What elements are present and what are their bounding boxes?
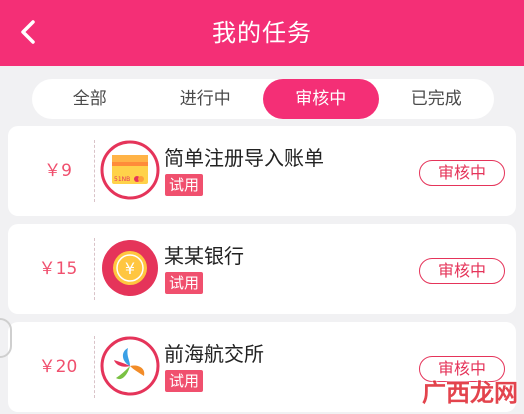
watermark: 广西龙网 (422, 379, 518, 407)
page-title: 我的任务 (212, 19, 312, 47)
task-reward: ￥20 (38, 357, 78, 377)
header-bar: 我的任务 (0, 0, 524, 66)
tab-completed[interactable]: 已完成 (379, 79, 495, 119)
tab-under-review[interactable]: 审核中 (263, 79, 379, 119)
task-name: 简单注册导入账单 (164, 146, 324, 170)
tab-all[interactable]: 全部 (32, 79, 148, 119)
task-reward: ￥9 (44, 161, 72, 181)
status-button[interactable]: 审核中 (419, 160, 505, 186)
logo-text: 51NB (114, 176, 130, 183)
card-app-icon: 51NB (100, 140, 160, 200)
task-reward: ￥15 (38, 259, 78, 279)
task-name: 前海航交所 (164, 342, 264, 366)
task-card[interactable]: ￥9 51NB 简单注册导入账单 试用 审核中 (8, 126, 516, 216)
status-button[interactable]: 审核中 (419, 258, 505, 284)
floating-handle[interactable] (0, 318, 12, 358)
pinwheel-logo-icon (100, 336, 160, 396)
dashed-divider (94, 238, 95, 300)
task-card[interactable]: ￥15 ¥ 某某银行 试用 审核中 (8, 224, 516, 314)
yen-coin-icon: ¥ (102, 240, 158, 296)
dashed-divider (94, 336, 95, 398)
trial-tag: 试用 (165, 272, 204, 294)
trial-tag: 试用 (165, 174, 204, 196)
task-name: 某某银行 (164, 244, 244, 268)
dashed-divider (94, 140, 95, 202)
svg-text:¥: ¥ (125, 259, 135, 278)
tab-in-progress[interactable]: 进行中 (148, 79, 264, 119)
trial-tag: 试用 (165, 370, 204, 392)
status-tabs: 全部 进行中 审核中 已完成 (32, 79, 494, 119)
